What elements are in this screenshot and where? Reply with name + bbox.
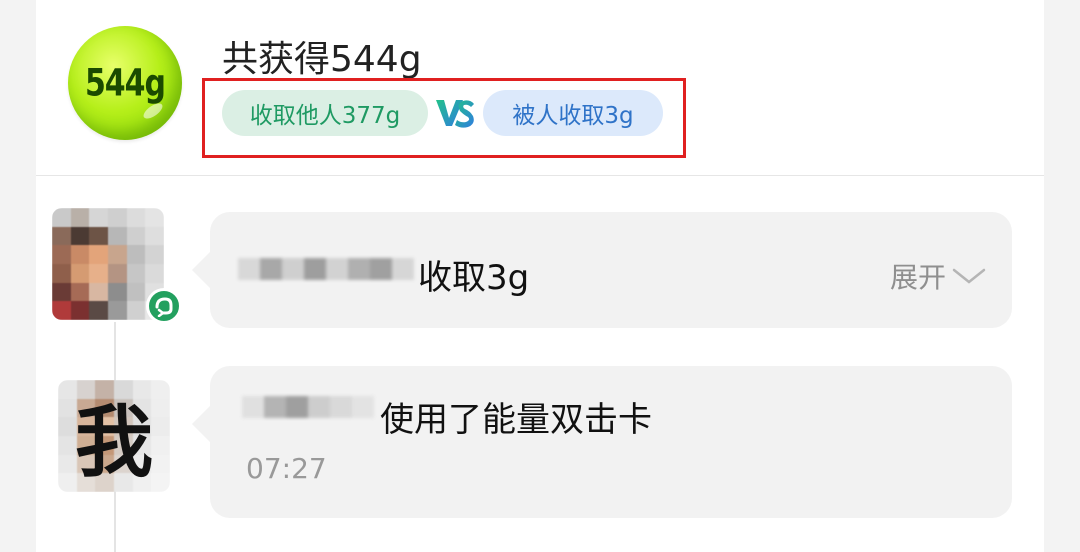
collected-from-others-pill[interactable]: 收取他人377g	[222, 90, 428, 136]
expand-label: 展开	[889, 261, 946, 294]
my-avatar-label: 我	[74, 398, 153, 488]
collected-by-others-label: 被人收取3g	[512, 103, 634, 129]
vs-icon	[436, 100, 474, 128]
my-avatar[interactable]: 我	[58, 380, 170, 492]
record-action-text: 使用了能量双击卡	[380, 400, 652, 440]
chevron-down-icon	[952, 268, 986, 284]
record-bubble[interactable]: 收取3g 展开	[192, 212, 1012, 328]
collected-from-others-label: 收取他人377g	[249, 103, 401, 129]
energy-record-card: 544g 共获得544g 收取他人377g 被人收取3g 收取3g 展开 我 使…	[36, 0, 1044, 552]
steal-hand-icon	[146, 288, 182, 324]
collected-by-others-pill[interactable]: 被人收取3g	[483, 90, 663, 136]
total-energy-title: 共获得544g	[222, 39, 422, 80]
section-divider	[36, 175, 1044, 176]
record-time: 07:27	[246, 452, 327, 485]
energy-ball-label: 544g	[84, 61, 166, 105]
blurred-username	[238, 258, 414, 280]
expand-button[interactable]: 展开	[890, 256, 986, 296]
record-bubble[interactable]: 使用了能量双击卡 07:27	[192, 366, 1012, 518]
summary-header: 544g 共获得544g 收取他人377g 被人收取3g	[36, 0, 1044, 175]
record-action-text: 收取3g	[418, 258, 530, 298]
blurred-username	[242, 396, 374, 418]
energy-ball-icon: 544g	[68, 26, 182, 140]
